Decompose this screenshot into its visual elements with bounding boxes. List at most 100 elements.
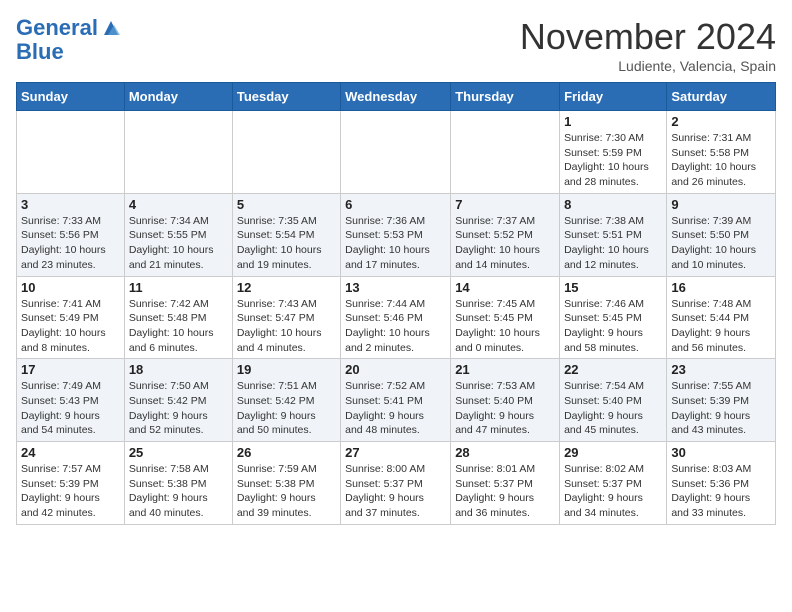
day-number: 4: [129, 197, 228, 212]
calendar-cell: 10 Sunrise: 7:41 AM Sunset: 5:49 PM Dayli…: [17, 276, 125, 359]
calendar-cell: 24 Sunrise: 7:57 AM Sunset: 5:39 PM Dayli…: [17, 442, 125, 525]
calendar-cell: 29 Sunrise: 8:02 AM Sunset: 5:37 PM Dayli…: [560, 442, 667, 525]
logo-blue-text: Blue: [16, 40, 64, 64]
calendar-cell: 23 Sunrise: 7:55 AM Sunset: 5:39 PM Dayli…: [667, 359, 776, 442]
weekday-header: Wednesday: [341, 83, 451, 111]
day-info: Sunrise: 7:58 AM Sunset: 5:38 PM Dayligh…: [129, 462, 228, 521]
month-title: November 2024: [520, 16, 776, 58]
calendar-cell: 4 Sunrise: 7:34 AM Sunset: 5:55 PM Daylig…: [124, 193, 232, 276]
day-info: Sunrise: 7:59 AM Sunset: 5:38 PM Dayligh…: [237, 462, 336, 521]
calendar-cell: 11 Sunrise: 7:42 AM Sunset: 5:48 PM Dayli…: [124, 276, 232, 359]
day-info: Sunrise: 7:53 AM Sunset: 5:40 PM Dayligh…: [455, 379, 555, 438]
day-number: 21: [455, 362, 555, 377]
calendar-cell: 25 Sunrise: 7:58 AM Sunset: 5:38 PM Dayli…: [124, 442, 232, 525]
day-number: 25: [129, 445, 228, 460]
day-number: 19: [237, 362, 336, 377]
day-number: 26: [237, 445, 336, 460]
day-number: 5: [237, 197, 336, 212]
weekday-header: Friday: [560, 83, 667, 111]
day-info: Sunrise: 7:35 AM Sunset: 5:54 PM Dayligh…: [237, 214, 336, 273]
day-info: Sunrise: 7:41 AM Sunset: 5:49 PM Dayligh…: [21, 297, 120, 356]
day-info: Sunrise: 7:33 AM Sunset: 5:56 PM Dayligh…: [21, 214, 120, 273]
calendar-header-row: SundayMondayTuesdayWednesdayThursdayFrid…: [17, 83, 776, 111]
day-info: Sunrise: 7:44 AM Sunset: 5:46 PM Dayligh…: [345, 297, 446, 356]
calendar-week-row: 1 Sunrise: 7:30 AM Sunset: 5:59 PM Daylig…: [17, 111, 776, 194]
calendar-cell: [341, 111, 451, 194]
day-number: 30: [671, 445, 771, 460]
calendar-cell: [232, 111, 340, 194]
day-info: Sunrise: 7:48 AM Sunset: 5:44 PM Dayligh…: [671, 297, 771, 356]
calendar-cell: 27Sunrise: 8:00 AM Sunset: 5:37 PM Dayli…: [341, 442, 451, 525]
calendar-cell: 15Sunrise: 7:46 AM Sunset: 5:45 PM Dayli…: [560, 276, 667, 359]
day-info: Sunrise: 8:01 AM Sunset: 5:37 PM Dayligh…: [455, 462, 555, 521]
day-number: 1: [564, 114, 662, 129]
day-number: 6: [345, 197, 446, 212]
weekday-header: Tuesday: [232, 83, 340, 111]
calendar-cell: [17, 111, 125, 194]
logo-icon: [100, 17, 122, 39]
calendar-cell: [451, 111, 560, 194]
day-number: 29: [564, 445, 662, 460]
calendar-week-row: 17Sunrise: 7:49 AM Sunset: 5:43 PM Dayli…: [17, 359, 776, 442]
calendar-cell: 2Sunrise: 7:31 AM Sunset: 5:58 PM Daylig…: [667, 111, 776, 194]
calendar-cell: 20 Sunrise: 7:52 AM Sunset: 5:41 PM Dayli…: [341, 359, 451, 442]
day-info: Sunrise: 7:49 AM Sunset: 5:43 PM Dayligh…: [21, 379, 120, 438]
calendar-cell: 18 Sunrise: 7:50 AM Sunset: 5:42 PM Dayli…: [124, 359, 232, 442]
day-info: Sunrise: 7:55 AM Sunset: 5:39 PM Dayligh…: [671, 379, 771, 438]
day-info: Sunrise: 7:36 AM Sunset: 5:53 PM Dayligh…: [345, 214, 446, 273]
day-info: Sunrise: 7:38 AM Sunset: 5:51 PM Dayligh…: [564, 214, 662, 273]
day-info: Sunrise: 7:51 AM Sunset: 5:42 PM Dayligh…: [237, 379, 336, 438]
day-number: 22: [564, 362, 662, 377]
day-number: 14: [455, 280, 555, 295]
calendar-cell: 7 Sunrise: 7:37 AM Sunset: 5:52 PM Daylig…: [451, 193, 560, 276]
calendar-cell: [124, 111, 232, 194]
day-info: Sunrise: 7:54 AM Sunset: 5:40 PM Dayligh…: [564, 379, 662, 438]
page-header: General Blue November 2024 Ludiente, Val…: [16, 16, 776, 74]
day-info: Sunrise: 7:45 AM Sunset: 5:45 PM Dayligh…: [455, 297, 555, 356]
calendar-cell: 17Sunrise: 7:49 AM Sunset: 5:43 PM Dayli…: [17, 359, 125, 442]
day-info: Sunrise: 8:03 AM Sunset: 5:36 PM Dayligh…: [671, 462, 771, 521]
day-number: 27: [345, 445, 446, 460]
day-info: Sunrise: 7:52 AM Sunset: 5:41 PM Dayligh…: [345, 379, 446, 438]
day-info: Sunrise: 7:30 AM Sunset: 5:59 PM Dayligh…: [564, 131, 662, 190]
day-number: 18: [129, 362, 228, 377]
calendar-table: SundayMondayTuesdayWednesdayThursdayFrid…: [16, 82, 776, 525]
calendar-cell: 21 Sunrise: 7:53 AM Sunset: 5:40 PM Dayli…: [451, 359, 560, 442]
calendar-cell: 16 Sunrise: 7:48 AM Sunset: 5:44 PM Dayli…: [667, 276, 776, 359]
calendar-cell: 30 Sunrise: 8:03 AM Sunset: 5:36 PM Dayli…: [667, 442, 776, 525]
day-info: Sunrise: 7:34 AM Sunset: 5:55 PM Dayligh…: [129, 214, 228, 273]
day-number: 23: [671, 362, 771, 377]
day-info: Sunrise: 7:42 AM Sunset: 5:48 PM Dayligh…: [129, 297, 228, 356]
day-info: Sunrise: 7:57 AM Sunset: 5:39 PM Dayligh…: [21, 462, 120, 521]
day-info: Sunrise: 7:46 AM Sunset: 5:45 PM Dayligh…: [564, 297, 662, 356]
day-info: Sunrise: 7:37 AM Sunset: 5:52 PM Dayligh…: [455, 214, 555, 273]
logo-general: General: [16, 16, 98, 40]
day-number: 11: [129, 280, 228, 295]
day-number: 20: [345, 362, 446, 377]
weekday-header: Monday: [124, 83, 232, 111]
day-info: Sunrise: 8:02 AM Sunset: 5:37 PM Dayligh…: [564, 462, 662, 521]
day-number: 24: [21, 445, 120, 460]
day-number: 10: [21, 280, 120, 295]
day-number: 13: [345, 280, 446, 295]
calendar-cell: 5 Sunrise: 7:35 AM Sunset: 5:54 PM Daylig…: [232, 193, 340, 276]
weekday-header: Saturday: [667, 83, 776, 111]
calendar-cell: 22 Sunrise: 7:54 AM Sunset: 5:40 PM Dayli…: [560, 359, 667, 442]
day-number: 28: [455, 445, 555, 460]
calendar-cell: 13 Sunrise: 7:44 AM Sunset: 5:46 PM Dayli…: [341, 276, 451, 359]
day-number: 7: [455, 197, 555, 212]
title-block: November 2024 Ludiente, Valencia, Spain: [520, 16, 776, 74]
calendar-week-row: 10 Sunrise: 7:41 AM Sunset: 5:49 PM Dayli…: [17, 276, 776, 359]
day-number: 12: [237, 280, 336, 295]
day-number: 3: [21, 197, 120, 212]
day-number: 16: [671, 280, 771, 295]
weekday-header: Thursday: [451, 83, 560, 111]
day-info: Sunrise: 7:50 AM Sunset: 5:42 PM Dayligh…: [129, 379, 228, 438]
day-number: 2: [671, 114, 771, 129]
day-number: 8: [564, 197, 662, 212]
calendar-cell: 6 Sunrise: 7:36 AM Sunset: 5:53 PM Daylig…: [341, 193, 451, 276]
calendar-week-row: 24 Sunrise: 7:57 AM Sunset: 5:39 PM Dayli…: [17, 442, 776, 525]
calendar-cell: 12 Sunrise: 7:43 AM Sunset: 5:47 PM Dayli…: [232, 276, 340, 359]
calendar-cell: 3 Sunrise: 7:33 AM Sunset: 5:56 PM Daylig…: [17, 193, 125, 276]
day-info: Sunrise: 7:43 AM Sunset: 5:47 PM Dayligh…: [237, 297, 336, 356]
